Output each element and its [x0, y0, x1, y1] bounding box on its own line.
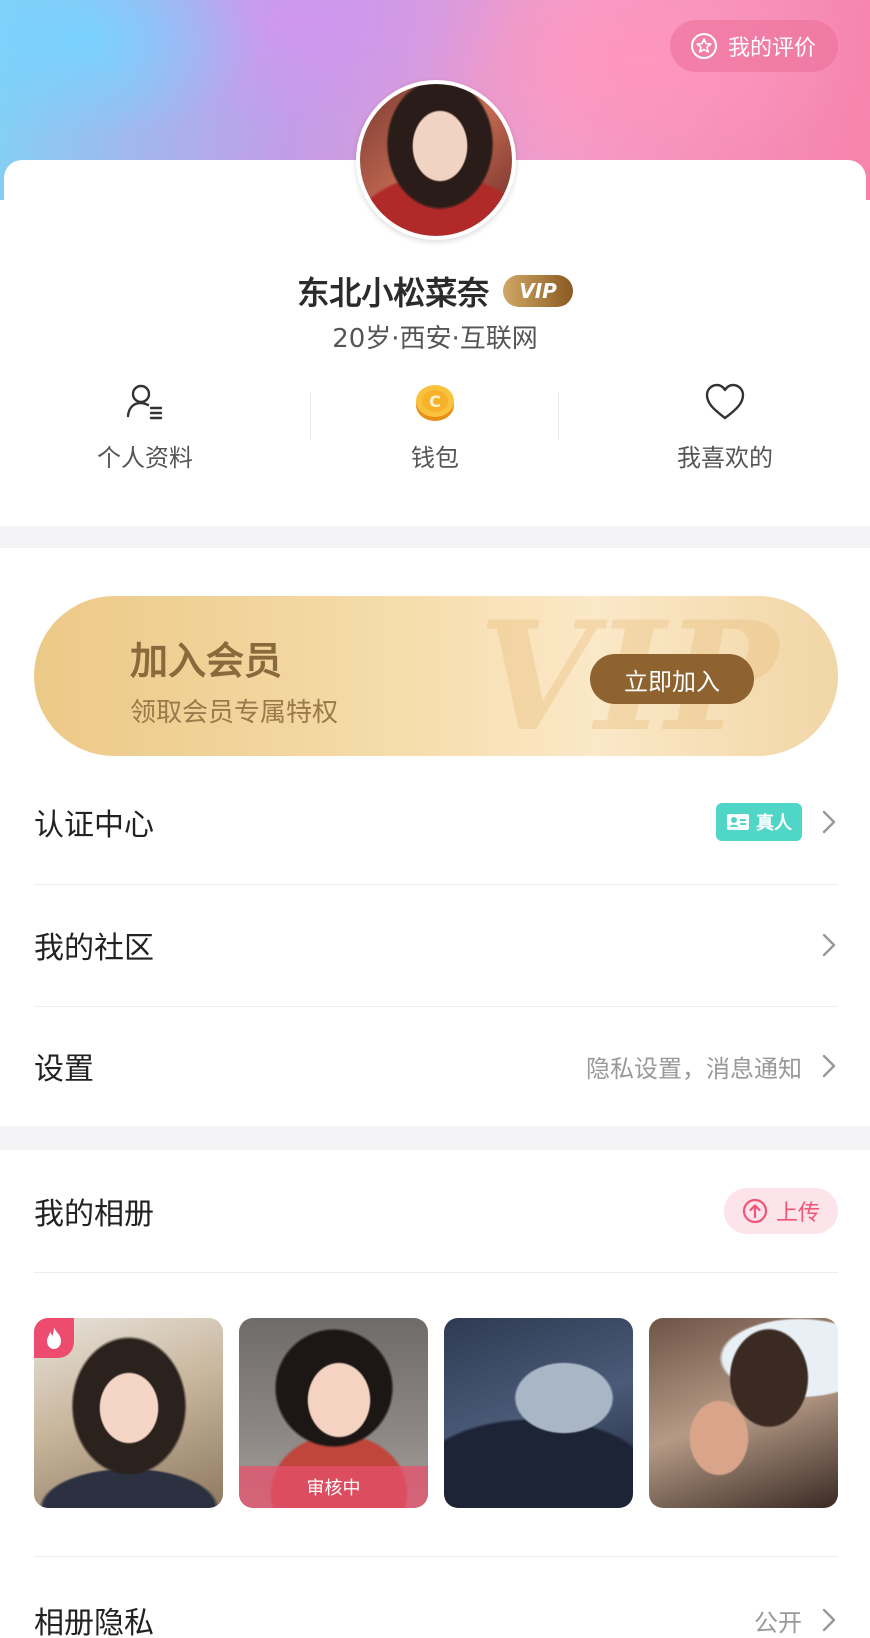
heart-icon — [703, 380, 747, 424]
quick-wallet[interactable]: C 钱包 — [290, 380, 580, 490]
row-divider — [34, 1556, 838, 1557]
vip-banner-subtitle: 领取会员专属特权 — [130, 698, 339, 728]
quick-likes-label: 我喜欢的 — [677, 444, 773, 472]
menu-community-title: 我的社区 — [34, 931, 154, 966]
vip-banner-title: 加入会员 — [130, 639, 283, 683]
menu-settings-right: 隐私设置，消息通知 — [586, 1049, 838, 1084]
star-circle-icon — [690, 33, 717, 59]
vip-badge: VIP — [503, 275, 573, 307]
profile-page: 我的评价 东北小松菜奈 VIP 20岁·西安·互联网 个人资料 C 钱包 我喜欢… — [0, 0, 870, 1638]
profile-icon — [123, 380, 167, 424]
album-photo[interactable] — [34, 1318, 223, 1508]
album-title: 我的相册 — [34, 1197, 154, 1232]
section-gap — [0, 526, 870, 548]
upload-icon — [742, 1198, 768, 1224]
album-photos: 审核中 — [34, 1318, 838, 1508]
review-status-label: 审核中 — [239, 1466, 428, 1508]
svg-text:C: C — [429, 392, 441, 411]
fire-icon — [34, 1318, 74, 1358]
upload-button[interactable]: 上传 — [723, 1188, 838, 1234]
settings-hint: 隐私设置，消息通知 — [586, 1054, 802, 1083]
my-rating-label: 我的评价 — [727, 36, 816, 61]
upload-label: 上传 — [775, 1201, 820, 1226]
menu-auth-title: 认证中心 — [34, 808, 154, 843]
menu-settings-title: 设置 — [34, 1052, 94, 1087]
album-privacy-title: 相册隐私 — [34, 1606, 154, 1638]
menu-my-community[interactable]: 我的社区 — [34, 885, 838, 1005]
album-header: 我的相册 上传 — [34, 1152, 838, 1270]
real-person-badge: 真人 — [716, 803, 802, 841]
menu-auth-right: 真人 — [716, 803, 838, 841]
album-photo[interactable] — [649, 1318, 838, 1508]
name-row: 东北小松菜奈 VIP — [0, 268, 870, 314]
quick-divider — [558, 392, 559, 440]
quick-profile-label: 个人资料 — [97, 444, 193, 472]
menu-community-right — [820, 931, 838, 959]
avatar[interactable] — [356, 80, 516, 240]
coin-icon: C — [413, 380, 457, 424]
my-rating-button[interactable]: 我的评价 — [669, 20, 838, 72]
user-info: 20岁·西安·互联网 — [332, 324, 538, 354]
vip-join-banner[interactable]: VIP 加入会员 领取会员专属特权 立即加入 — [34, 596, 838, 756]
menu-settings[interactable]: 设置 隐私设置，消息通知 — [34, 1006, 838, 1126]
chevron-right-icon — [822, 1054, 836, 1078]
quick-wallet-label: 钱包 — [411, 444, 459, 472]
chevron-right-icon — [822, 1608, 836, 1632]
quick-profile[interactable]: 个人资料 — [0, 380, 290, 490]
quick-divider — [310, 392, 311, 440]
menu-album-privacy[interactable]: 相册隐私 公开 — [34, 1560, 838, 1638]
chevron-right-icon — [822, 810, 836, 834]
album-privacy-value: 公开 — [754, 1608, 802, 1637]
section-gap — [0, 1126, 870, 1150]
menu-auth-center[interactable]: 认证中心 真人 — [34, 762, 838, 882]
user-name: 东北小松菜奈 — [297, 274, 490, 312]
album-photo[interactable]: 审核中 — [239, 1318, 428, 1508]
quick-likes[interactable]: 我喜欢的 — [580, 380, 870, 490]
id-card-icon — [727, 814, 749, 830]
real-person-label: 真人 — [756, 813, 792, 834]
chevron-right-icon — [822, 933, 836, 957]
row-divider — [34, 1272, 838, 1273]
quick-actions: 个人资料 C 钱包 我喜欢的 — [0, 380, 870, 490]
join-now-button[interactable]: 立即加入 — [590, 654, 754, 704]
album-photo[interactable] — [444, 1318, 633, 1508]
album-privacy-right: 公开 — [754, 1603, 838, 1638]
